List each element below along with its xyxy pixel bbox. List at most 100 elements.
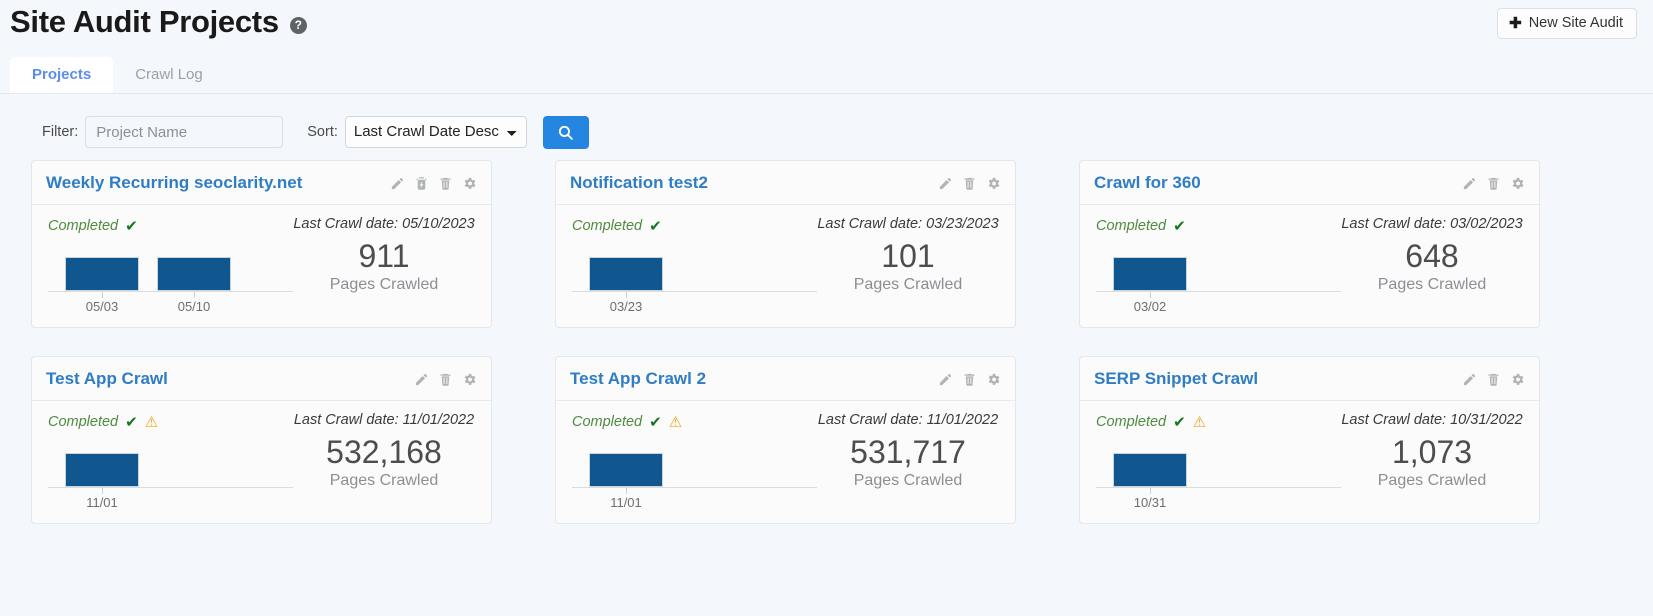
card-actions — [414, 372, 477, 387]
ticks-row: 10/31 — [1096, 488, 1341, 510]
bars-area — [48, 251, 293, 292]
project-title-link[interactable]: Crawl for 360 — [1094, 173, 1201, 193]
pages-crawled-label: Pages Crawled — [329, 471, 439, 489]
project-card: Crawl for 360 Completed ✔ 03/02 Last Crawl d… — [1079, 160, 1540, 328]
card-summary-section: Last Crawl date: 03/23/2023 101 Pages Craw… — [817, 215, 999, 313]
card-chart-section: Completed ✔ 05/03 05/10 — [48, 215, 293, 314]
status-text: Completed — [48, 218, 119, 234]
status-row: Completed ✔ ⚠ — [48, 411, 293, 433]
warning-icon[interactable]: ⚠ — [145, 415, 158, 430]
card-body: Completed ✔ ⚠ 10/31 Last Crawl date: 10/31/2… — [1080, 401, 1539, 523]
project-name-filter-input[interactable] — [85, 116, 284, 148]
new-site-audit-button[interactable]: ✚ New Site Audit — [1497, 8, 1637, 39]
card-header: Notification test2 — [556, 161, 1015, 205]
project-title-link[interactable]: Test App Crawl 2 — [570, 369, 706, 389]
settings-icon[interactable] — [462, 176, 477, 191]
settings-icon[interactable] — [1510, 176, 1525, 191]
pages-crawled-count: 648 — [1405, 238, 1459, 274]
tab-crawl-log[interactable]: Crawl Log — [113, 57, 225, 93]
warning-icon[interactable]: ⚠ — [669, 415, 682, 430]
edit-icon[interactable] — [390, 176, 405, 191]
new-site-audit-label: New Site Audit — [1528, 15, 1623, 31]
bar-tick: 05/03 — [56, 292, 148, 314]
crawl-history-chart: 05/03 05/10 — [48, 251, 293, 314]
status-text: Completed — [1096, 414, 1167, 430]
delete-icon[interactable] — [962, 176, 977, 191]
card-actions — [938, 372, 1001, 387]
sort-select[interactable]: Last Crawl Date Desc — [344, 116, 527, 148]
project-title-link[interactable]: Weekly Recurring seoclarity.net — [46, 173, 302, 193]
crawl-bar — [1113, 257, 1187, 291]
project-card: Test App Crawl Completed ✔ ⚠ 11/01 Last Crawl… — [31, 356, 492, 524]
project-title-link[interactable]: Notification test2 — [570, 173, 708, 193]
edit-icon[interactable] — [1462, 176, 1477, 191]
bar-column — [148, 257, 240, 291]
status-row: Completed ✔ ⚠ — [1096, 411, 1341, 433]
status-text: Completed — [1096, 218, 1167, 234]
search-icon — [559, 125, 574, 140]
pages-crawled-label: Pages Crawled — [1377, 471, 1487, 489]
edit-icon[interactable] — [414, 372, 429, 387]
pages-crawled-label: Pages Crawled — [1377, 275, 1487, 293]
ticks-row: 03/02 — [1096, 292, 1341, 314]
delete-icon[interactable] — [1486, 372, 1501, 387]
crawl-bar — [65, 453, 139, 487]
check-icon: ✔ — [125, 217, 138, 235]
card-header: Test App Crawl 2 — [556, 357, 1015, 401]
settings-icon[interactable] — [462, 372, 477, 387]
project-title-link[interactable]: Test App Crawl — [46, 369, 168, 389]
edit-icon[interactable] — [938, 372, 953, 387]
status-row: Completed ✔ — [48, 215, 293, 237]
pages-crawled-label: Pages Crawled — [329, 275, 439, 293]
tick-mark — [1149, 488, 1151, 494]
last-crawl-date: Last Crawl date: 10/31/2022 — [1341, 412, 1523, 428]
settings-icon[interactable] — [986, 372, 1001, 387]
help-circle-icon[interactable]: ? — [289, 16, 307, 34]
settings-icon[interactable] — [1510, 372, 1525, 387]
crawl-history-chart: 03/23 — [572, 251, 817, 314]
bar-tick: 05/10 — [148, 292, 240, 314]
card-actions — [1462, 176, 1525, 191]
pages-crawled-label: Pages Crawled — [853, 275, 963, 293]
bar-date-label: 10/31 — [1133, 495, 1167, 510]
search-button[interactable] — [542, 115, 589, 149]
delete-icon[interactable] — [438, 176, 453, 191]
status-row: Completed ✔ — [1096, 215, 1341, 237]
ticks-row: 03/23 — [572, 292, 817, 314]
tick-mark — [101, 488, 103, 494]
status-row: Completed ✔ — [572, 215, 817, 237]
page-header: Site Audit Projects ? ✚ New Site Audit — [0, 0, 1653, 55]
crawl-bar — [589, 453, 663, 487]
check-icon: ✔ — [125, 413, 138, 431]
delete-icon[interactable] — [962, 372, 977, 387]
edit-icon[interactable] — [938, 176, 953, 191]
crawl-history-chart: 11/01 — [48, 447, 293, 510]
check-icon: ✔ — [649, 217, 662, 235]
bar-date-label: 05/03 — [85, 299, 119, 314]
crawl-now-icon[interactable] — [414, 176, 429, 191]
bars-area — [572, 251, 817, 292]
crawl-bar — [589, 257, 663, 291]
tick-mark — [625, 292, 627, 298]
delete-icon[interactable] — [1486, 176, 1501, 191]
warning-icon[interactable]: ⚠ — [1193, 415, 1206, 430]
status-text: Completed — [572, 218, 643, 234]
bar-tick: 11/01 — [580, 488, 672, 510]
pages-crawled-count: 531,717 — [850, 434, 966, 470]
pages-crawled-count: 1,073 — [1391, 434, 1473, 470]
last-crawl-date: Last Crawl date: 11/01/2022 — [293, 412, 475, 428]
project-title-link[interactable]: SERP Snippet Crawl — [1094, 369, 1258, 389]
card-body: Completed ✔ ⚠ 11/01 Last Crawl date: 11/01/2… — [32, 401, 491, 523]
edit-icon[interactable] — [1462, 372, 1477, 387]
tab-projects[interactable]: Projects — [10, 57, 114, 93]
ticks-row: 05/03 05/10 — [48, 292, 293, 314]
bar-date-label: 11/01 — [610, 495, 642, 510]
card-body: Completed ✔ ⚠ 11/01 Last Crawl date: 11/01/2… — [556, 401, 1015, 523]
settings-icon[interactable] — [986, 176, 1001, 191]
delete-icon[interactable] — [438, 372, 453, 387]
sort-label: Sort: — [307, 124, 338, 140]
check-icon: ✔ — [1173, 217, 1186, 235]
crawl-history-chart: 11/01 — [572, 447, 817, 510]
pages-crawled-count: 911 — [358, 238, 410, 274]
card-actions — [938, 176, 1001, 191]
